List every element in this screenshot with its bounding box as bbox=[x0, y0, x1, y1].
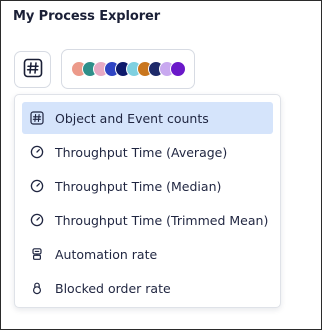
color-scheme-button[interactable] bbox=[61, 49, 195, 89]
process-explorer-panel: My Process Explorer Object and Event cou… bbox=[0, 0, 322, 330]
menu-item-object-event-counts[interactable]: Object and Event counts bbox=[22, 102, 273, 134]
clock-icon bbox=[30, 213, 44, 227]
color-swatch bbox=[170, 61, 186, 77]
menu-item-label: Object and Event counts bbox=[55, 110, 209, 126]
color-swatch-group bbox=[71, 61, 191, 77]
lock-icon bbox=[30, 281, 44, 295]
hash-icon bbox=[23, 58, 43, 82]
kpi-selector-button[interactable] bbox=[14, 51, 51, 88]
panel-title: My Process Explorer bbox=[13, 9, 161, 24]
menu-item-automation-rate[interactable]: Automation rate bbox=[22, 238, 273, 270]
robot-icon bbox=[30, 247, 44, 261]
menu-item-throughput-trimmed-mean[interactable]: Throughput Time (Trimmed Mean) bbox=[22, 204, 273, 236]
menu-item-label: Automation rate bbox=[55, 246, 158, 262]
hash-icon bbox=[30, 111, 44, 125]
menu-item-label: Throughput Time (Trimmed Mean) bbox=[55, 212, 269, 228]
menu-item-label: Throughput Time (Median) bbox=[55, 178, 222, 194]
menu-item-throughput-median[interactable]: Throughput Time (Median) bbox=[22, 170, 273, 202]
menu-item-blocked-order-rate[interactable]: Blocked order rate bbox=[22, 272, 273, 304]
menu-item-label: Blocked order rate bbox=[55, 280, 171, 296]
clock-icon bbox=[30, 179, 44, 193]
menu-item-label: Throughput Time (Average) bbox=[55, 144, 228, 160]
kpi-dropdown-menu: Object and Event counts Throughput Time … bbox=[14, 94, 281, 308]
menu-item-throughput-average[interactable]: Throughput Time (Average) bbox=[22, 136, 273, 168]
clock-icon bbox=[30, 145, 44, 159]
